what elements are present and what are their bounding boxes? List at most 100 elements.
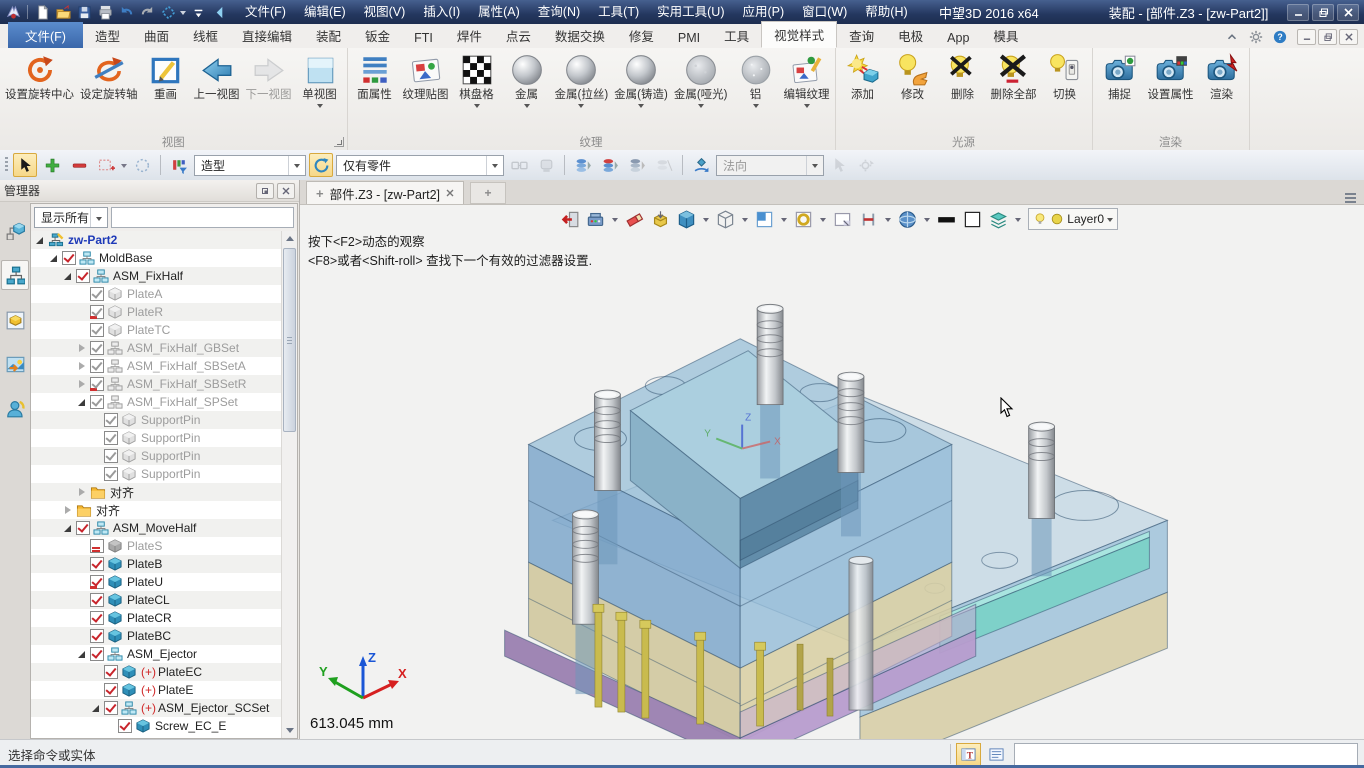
manager-close-button[interactable] — [277, 183, 295, 199]
visibility-checkbox[interactable] — [104, 449, 118, 463]
section-icon[interactable] — [859, 210, 878, 229]
visibility-checkbox[interactable] — [90, 557, 104, 571]
ribbon-tab-文件(F)[interactable]: 文件(F) — [8, 22, 83, 48]
shaded-cube-icon[interactable] — [677, 210, 696, 229]
part-filter-combo[interactable]: 仅有零件 — [336, 155, 504, 176]
tree-row-MoldBase[interactable]: MoldBase — [31, 249, 281, 267]
dock-shape-manager[interactable] — [2, 216, 28, 244]
visibility-checkbox[interactable] — [104, 431, 118, 445]
tree-row-PlateU[interactable]: PlateU — [31, 573, 281, 591]
ribbon-tab-焊件[interactable]: 焊件 — [445, 22, 494, 48]
viewport-icon[interactable] — [755, 210, 774, 229]
dropdown-caret[interactable] — [804, 104, 810, 108]
ribbon-button-纹理贴图[interactable]: 纹理贴图 — [400, 49, 452, 104]
ribbon-tab-线框[interactable]: 线框 — [181, 22, 230, 48]
tree-search-input[interactable] — [111, 207, 294, 228]
tree-row-ASM_FixHalf_SBSetA[interactable]: ASM_FixHalf_SBSetA — [31, 357, 281, 375]
tree-expander[interactable] — [49, 253, 60, 264]
tree-row-ASM_Ejector[interactable]: ASM_Ejector — [31, 645, 281, 663]
dialog-launcher[interactable] — [334, 137, 344, 147]
tree-row-对齐[interactable]: 对齐 — [31, 501, 281, 519]
dropdown-caret[interactable] — [638, 104, 644, 108]
visibility-checkbox[interactable] — [104, 701, 118, 715]
tree-row-SupportPin[interactable]: SupportPin — [31, 447, 281, 465]
doc-close-button[interactable] — [1339, 29, 1358, 45]
tab-close-icon[interactable] — [446, 189, 454, 197]
open-file-icon[interactable] — [54, 4, 72, 21]
ribbon-tab-钣金[interactable]: 钣金 — [353, 22, 402, 48]
tree-row-PlateCL[interactable]: PlateCL — [31, 591, 281, 609]
ribbon-tab-模具[interactable]: 模具 — [981, 22, 1030, 48]
shape-combo[interactable]: 造型 — [194, 155, 306, 176]
tree-row-对齐[interactable]: 对齐 — [31, 483, 281, 501]
visibility-checkbox[interactable] — [62, 251, 76, 265]
visibility-checkbox[interactable] — [104, 665, 118, 679]
ribbon-button-单视图[interactable]: 单视图 — [295, 49, 345, 110]
zoom-ring-icon[interactable] — [794, 210, 813, 229]
minimize-button[interactable] — [1287, 4, 1309, 21]
redo-icon[interactable] — [138, 4, 156, 21]
visibility-checkbox[interactable] — [90, 629, 104, 643]
tree-row-PlateE[interactable]: (+)PlateE — [31, 681, 281, 699]
visibility-checkbox[interactable] — [104, 683, 118, 697]
ribbon-tab-造型[interactable]: 造型 — [83, 22, 132, 48]
tree-row-ASM_FixHalf_SPSet[interactable]: ASM_FixHalf_SPSet — [31, 393, 281, 411]
tree-expander[interactable] — [77, 379, 88, 390]
ribbon-tab-装配[interactable]: 装配 — [304, 22, 353, 48]
status-command-echo-button[interactable]: T — [956, 743, 981, 766]
tree-row-SupportPin[interactable]: SupportPin — [31, 429, 281, 447]
dropdown-caret[interactable] — [317, 104, 323, 108]
ribbon-button-金属(拉丝)[interactable]: 金属(拉丝) — [552, 49, 612, 110]
tree-row-PlateTC[interactable]: PlateTC — [31, 321, 281, 339]
dropdown-caret[interactable] — [753, 104, 759, 108]
tree-row-PlateBC[interactable]: PlateBC — [31, 627, 281, 645]
dropdown-caret[interactable] — [524, 104, 530, 108]
ribbon-tab-视觉样式[interactable]: 视觉样式 — [761, 21, 837, 48]
dropdown-caret[interactable] — [698, 104, 704, 108]
tree-row-ASM_FixHalf_SBSetR[interactable]: ASM_FixHalf_SBSetR — [31, 375, 281, 393]
undo-icon[interactable] — [117, 4, 135, 21]
options-gear-icon[interactable] — [1249, 30, 1263, 44]
visibility-checkbox[interactable] — [90, 359, 104, 373]
document-tab[interactable]: + 部件.Z3 - [zw-Part2] — [306, 181, 464, 204]
collapse-left-icon[interactable] — [210, 4, 228, 21]
tree-expander[interactable] — [63, 505, 74, 516]
tree-scrollbar[interactable] — [281, 231, 297, 738]
scrollbar-track[interactable] — [282, 246, 297, 723]
ribbon-button-设置属性[interactable]: 设置属性 — [1145, 49, 1197, 104]
tree-row-Screw_EC_E[interactable]: Screw_EC_E — [31, 717, 281, 735]
add-entity-icon[interactable] — [40, 153, 64, 177]
close-button[interactable] — [1337, 4, 1359, 21]
filter-icon[interactable] — [167, 153, 191, 177]
stack-active-icon[interactable] — [598, 153, 622, 177]
view-orient-icon[interactable] — [159, 4, 177, 21]
visibility-checkbox[interactable] — [76, 269, 90, 283]
tree-row-zw-Part2[interactable]: zw-Part2 — [31, 231, 281, 249]
layers-icon[interactable] — [989, 210, 1008, 229]
visibility-checkbox[interactable] — [90, 341, 104, 355]
doc-restore-button[interactable] — [1318, 29, 1337, 45]
ribbon-button-铝[interactable]: 铝 — [731, 49, 781, 110]
orient-normal-icon[interactable] — [689, 153, 713, 177]
tree-expander[interactable] — [35, 235, 46, 246]
print-icon[interactable] — [96, 4, 114, 21]
dock-role-manager[interactable] — [2, 394, 28, 422]
tree-row-PlateEC[interactable]: (+)PlateEC — [31, 663, 281, 681]
visibility-checkbox[interactable] — [90, 305, 104, 319]
dock-visual-manager[interactable] — [2, 350, 28, 378]
ribbon-button-金属[interactable]: 金属 — [502, 49, 552, 110]
ribbon-button-切换[interactable]: 切换 — [1040, 49, 1090, 104]
ribbon-button-金属(铸造)[interactable]: 金属(铸造) — [611, 49, 671, 110]
ribbon-button-渲染[interactable]: 渲染 — [1197, 49, 1247, 104]
ribbon-tab-直接编辑[interactable]: 直接编辑 — [230, 22, 304, 48]
tree-row-PlateS[interactable]: PlateS — [31, 537, 281, 555]
visibility-checkbox[interactable] — [90, 377, 104, 391]
tree-row-ASM_FixHalf_GBSet[interactable]: ASM_FixHalf_GBSet — [31, 339, 281, 357]
ribbon-button-棋盘格[interactable]: 棋盘格 — [452, 49, 502, 110]
tree-expander[interactable] — [91, 703, 102, 714]
assembly-machine-icon[interactable] — [586, 210, 605, 229]
tree-row-PlateR[interactable]: PlateR — [31, 303, 281, 321]
ribbon-button-面属性[interactable]: 面属性 — [350, 49, 400, 104]
ribbon-tab-FTI[interactable]: FTI — [402, 27, 445, 48]
wireframe-cube-icon[interactable] — [716, 210, 735, 229]
